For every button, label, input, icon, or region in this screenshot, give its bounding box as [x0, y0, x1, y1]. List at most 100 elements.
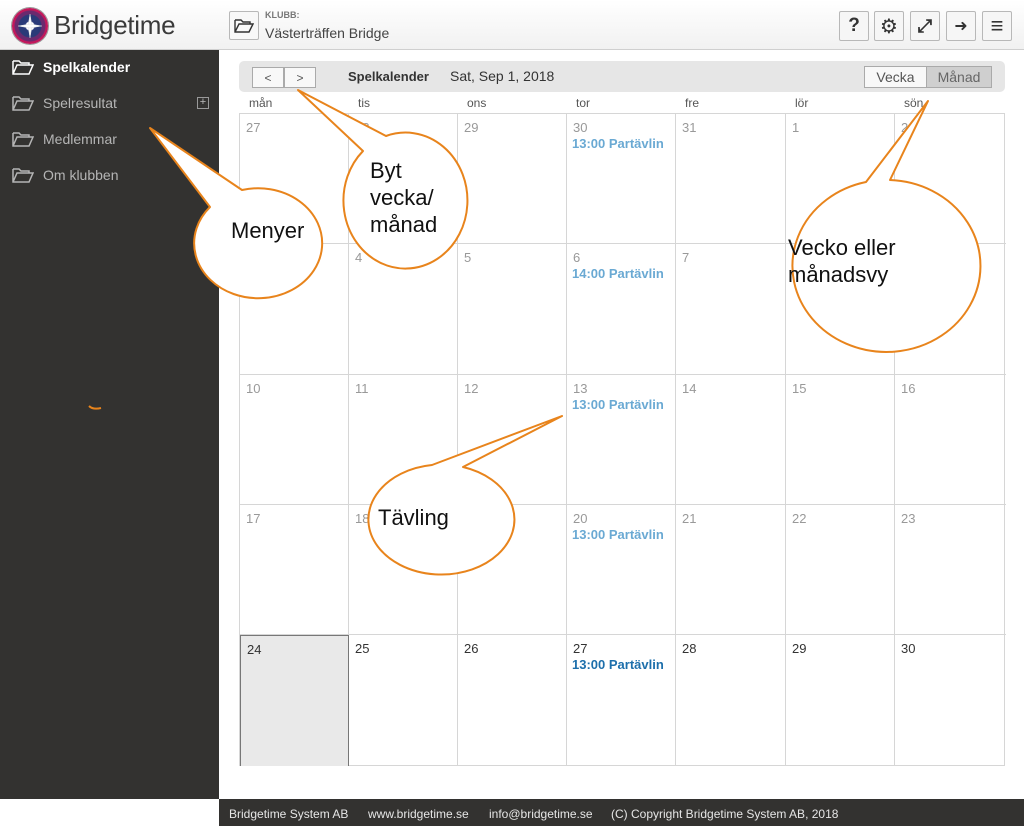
calendar-day-cell[interactable]: 30 13:00 Partävlin — [567, 114, 676, 244]
day-number: 21 — [682, 511, 697, 526]
calendar-day-cell[interactable]: 24 — [240, 635, 349, 766]
callout-switch-line1: Byt — [370, 158, 402, 183]
calendar-day-cell[interactable]: 14 — [676, 375, 786, 505]
calendar-day-cell[interactable]: 15 — [786, 375, 895, 505]
calendar-day-cell[interactable]: 2 — [895, 114, 1006, 244]
calendar-day-cell[interactable]: 29 — [786, 635, 895, 766]
calendar-day-cell[interactable]: 9 — [895, 244, 1006, 375]
calendar-day-cell[interactable]: 20 13:00 Partävlin — [567, 505, 676, 635]
calendar-day-cell[interactable]: 13 13:00 Partävlin — [567, 375, 676, 505]
day-number: 27 — [573, 641, 588, 656]
prev-button[interactable]: < — [252, 67, 284, 88]
day-number: 2 — [901, 120, 909, 135]
menu-icon: ≡ — [990, 13, 1004, 38]
callout-menus: Menyer — [231, 218, 305, 243]
calendar-day-cell[interactable]: 12 — [458, 375, 567, 505]
calendar-day-cell[interactable]: 10 — [240, 375, 349, 505]
calendar-day-cell[interactable]: 6 14:00 Partävlin — [567, 244, 676, 375]
calendar-event[interactable]: 13:00 Partävlin — [572, 136, 672, 151]
footer-website-link[interactable]: www.bridgetime.se — [368, 807, 469, 821]
calendar-day-cell[interactable]: 25 — [349, 635, 458, 766]
login-icon: ➜ — [954, 18, 968, 35]
help-button[interactable]: ? — [839, 11, 869, 41]
footer-email-link[interactable]: info@bridgetime.se — [489, 807, 593, 821]
day-number: 30 — [573, 120, 588, 135]
calendar-event[interactable]: 13:00 Partävlin — [572, 657, 672, 672]
club-select-button[interactable] — [229, 11, 259, 40]
day-number: 13 — [573, 381, 588, 396]
day-number: 26 — [464, 641, 479, 656]
calendar-day-cell[interactable]: 5 — [458, 244, 567, 375]
gear-icon: ⚙ — [880, 15, 898, 38]
expand-icon[interactable]: + — [197, 97, 209, 109]
calendar-day-cell[interactable]: 16 — [895, 375, 1006, 505]
sidebar-item-spelresultat[interactable]: Spelresultat — [12, 93, 117, 113]
day-header-3: tor — [576, 96, 591, 110]
week-view-button[interactable]: Vecka — [864, 66, 927, 88]
calendar-event[interactable]: 14:00 Partävlin — [572, 266, 672, 281]
day-number: 23 — [901, 511, 916, 526]
calendar-day-cell[interactable]: 17 — [240, 505, 349, 635]
folder-open-icon — [234, 19, 254, 33]
calendar-event[interactable]: 13:00 Partävlin — [572, 397, 672, 412]
calendar-day-cell[interactable]: 29 — [458, 114, 567, 244]
day-header-1: tis — [358, 96, 370, 110]
callout-switch-line2: vecka/ — [370, 185, 434, 210]
sidebar-item-label: Medlemmar — [43, 131, 117, 147]
main-menu-button[interactable]: ≡ — [982, 11, 1012, 41]
sidebar-item-medlemmar[interactable]: Medlemmar — [12, 129, 117, 149]
day-number: 17 — [246, 511, 261, 526]
day-number: 29 — [464, 120, 479, 135]
sidebar-item-label: Om klubben — [43, 167, 119, 183]
folder-open-icon — [12, 60, 34, 75]
calendar-day-cell[interactable]: 11 — [349, 375, 458, 505]
calendar-day-cell[interactable]: 23 — [895, 505, 1006, 635]
calendar-day-cell[interactable]: 28 — [676, 635, 786, 766]
folder-open-icon — [12, 96, 34, 111]
calendar-day-cell[interactable]: 26 — [458, 635, 567, 766]
calendar-day-cell[interactable]: 30 — [895, 635, 1006, 766]
sidebar-item-label: Spelresultat — [43, 95, 117, 111]
day-header-0: mån — [249, 96, 273, 110]
sidebar-item-spelkalender[interactable]: Spelkalender — [12, 57, 130, 77]
day-header-5: lör — [795, 96, 809, 110]
day-number: 5 — [464, 250, 472, 265]
day-number: 28 — [355, 120, 370, 135]
login-button[interactable]: ➜ — [946, 11, 976, 41]
calendar-day-cell[interactable]: 3 — [240, 244, 349, 375]
calendar-day-cell[interactable]: 21 — [676, 505, 786, 635]
help-icon: ? — [848, 15, 860, 36]
folder-open-icon — [12, 168, 34, 183]
footer: Bridgetime System AB www.bridgetime.se i… — [219, 799, 1024, 826]
calendar-day-cell[interactable]: 27 13:00 Partävlin — [567, 635, 676, 766]
calendar-day-cell[interactable]: 22 — [786, 505, 895, 635]
compass-icon — [17, 13, 43, 39]
next-button[interactable]: > — [284, 67, 316, 88]
club-caption: KLUBB: — [265, 10, 300, 20]
calendar-day-cell[interactable]: 19 — [458, 505, 567, 635]
sidebar-item-om-klubben[interactable]: Om klubben — [12, 165, 118, 185]
calendar-day-cell[interactable]: 4 — [349, 244, 458, 375]
day-number: 24 — [247, 642, 262, 657]
calendar-date: Sat, Sep 1, 2018 — [450, 68, 555, 84]
day-number: 12 — [464, 381, 479, 396]
footer-company: Bridgetime System AB — [229, 807, 349, 821]
calendar-event[interactable]: 13:00 Partävlin — [572, 527, 672, 542]
day-number: 25 — [355, 641, 370, 656]
day-header-2: ons — [467, 96, 487, 110]
brand-name[interactable]: Bridgetime — [54, 10, 176, 41]
day-number: 7 — [682, 250, 690, 265]
calendar-day-cell[interactable]: 7 — [676, 244, 786, 375]
calendar-title: Spelkalender — [348, 69, 429, 84]
calendar-day-cell[interactable]: 31 — [676, 114, 786, 244]
day-number: 14 — [682, 381, 697, 396]
month-view-button[interactable]: Månad — [926, 66, 992, 88]
fullscreen-button[interactable]: ⤢ — [910, 11, 940, 41]
day-number: 1 — [792, 120, 800, 135]
settings-button[interactable]: ⚙ — [874, 11, 904, 41]
day-number: 20 — [573, 511, 588, 526]
sidebar-item-label: Spelkalender — [43, 59, 131, 75]
calendar-day-cell[interactable]: 1 — [786, 114, 895, 244]
callout-switch-line3: månad — [370, 212, 438, 237]
bridgetime-logo[interactable] — [12, 8, 48, 44]
